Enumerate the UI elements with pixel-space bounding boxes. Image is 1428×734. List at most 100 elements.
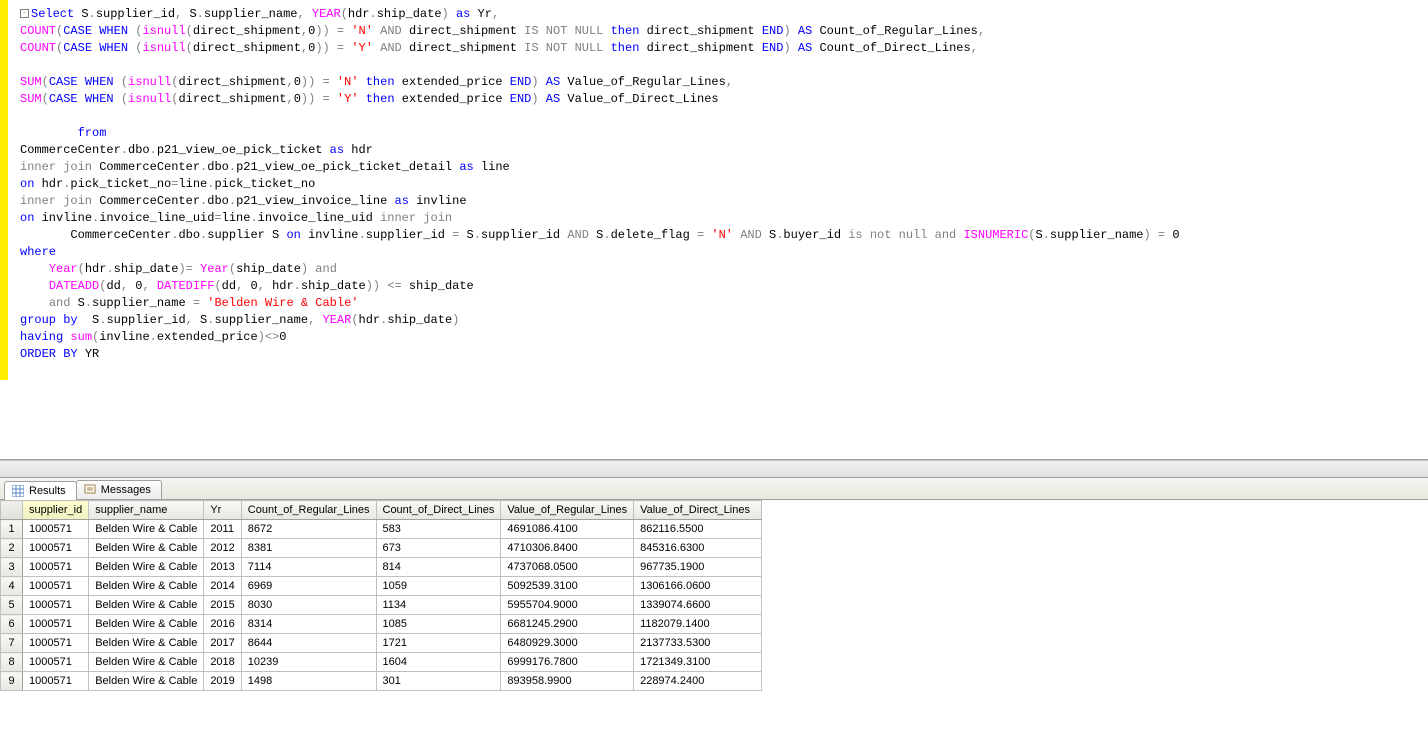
col-header[interactable]: Count_of_Regular_Lines bbox=[241, 501, 376, 520]
cell[interactable]: 2012 bbox=[204, 539, 241, 558]
cell[interactable]: 1000571 bbox=[23, 520, 89, 539]
code-area[interactable]: -Select S.supplier_id, S.supplier_name, … bbox=[0, 0, 1428, 369]
cell[interactable]: 1000571 bbox=[23, 577, 89, 596]
cell[interactable]: 6999176.7800 bbox=[501, 653, 634, 672]
cell[interactable]: 1721 bbox=[376, 634, 501, 653]
table-row[interactable]: 11000571Belden Wire & Cable2011867258346… bbox=[1, 520, 762, 539]
row-number[interactable]: 1 bbox=[1, 520, 23, 539]
cell[interactable]: 1339074.6600 bbox=[634, 596, 762, 615]
cell[interactable]: 7114 bbox=[241, 558, 376, 577]
tab-messages[interactable]: Messages bbox=[76, 480, 162, 499]
cell[interactable]: 4737068.0500 bbox=[501, 558, 634, 577]
cell[interactable]: 8644 bbox=[241, 634, 376, 653]
cell[interactable]: 301 bbox=[376, 672, 501, 691]
cell[interactable]: Belden Wire & Cable bbox=[89, 539, 204, 558]
row-number[interactable]: 3 bbox=[1, 558, 23, 577]
table-row[interactable]: 21000571Belden Wire & Cable2012838167347… bbox=[1, 539, 762, 558]
cell[interactable]: Belden Wire & Cable bbox=[89, 615, 204, 634]
col-header[interactable]: supplier_id bbox=[23, 501, 89, 520]
cell[interactable]: 8381 bbox=[241, 539, 376, 558]
cell[interactable]: 5092539.3100 bbox=[501, 577, 634, 596]
cell[interactable]: 1000571 bbox=[23, 539, 89, 558]
cell[interactable]: Belden Wire & Cable bbox=[89, 596, 204, 615]
cell[interactable]: Belden Wire & Cable bbox=[89, 577, 204, 596]
cell[interactable]: Belden Wire & Cable bbox=[89, 634, 204, 653]
cell[interactable]: 1059 bbox=[376, 577, 501, 596]
cell[interactable]: 5955704.9000 bbox=[501, 596, 634, 615]
cell[interactable]: 1604 bbox=[376, 653, 501, 672]
cell[interactable]: 1085 bbox=[376, 615, 501, 634]
cell[interactable]: 673 bbox=[376, 539, 501, 558]
cell[interactable]: 967735.1900 bbox=[634, 558, 762, 577]
cell[interactable]: 2014 bbox=[204, 577, 241, 596]
table-row[interactable]: 31000571Belden Wire & Cable2013711481447… bbox=[1, 558, 762, 577]
cell[interactable]: 1182079.1400 bbox=[634, 615, 762, 634]
cell[interactable]: 2137733.5300 bbox=[634, 634, 762, 653]
row-number[interactable]: 5 bbox=[1, 596, 23, 615]
cell[interactable]: 8672 bbox=[241, 520, 376, 539]
cell[interactable]: 1721349.3100 bbox=[634, 653, 762, 672]
table-row[interactable]: 81000571Belden Wire & Cable2018102391604… bbox=[1, 653, 762, 672]
change-gutter bbox=[0, 0, 8, 380]
cell[interactable]: 6969 bbox=[241, 577, 376, 596]
table-row[interactable]: 51000571Belden Wire & Cable2015803011345… bbox=[1, 596, 762, 615]
cell[interactable]: 893958.9900 bbox=[501, 672, 634, 691]
sql-editor[interactable]: -Select S.supplier_id, S.supplier_name, … bbox=[0, 0, 1428, 460]
cell[interactable]: 4691086.4100 bbox=[501, 520, 634, 539]
tab-results[interactable]: Results bbox=[4, 481, 77, 500]
table-row[interactable]: 61000571Belden Wire & Cable2016831410856… bbox=[1, 615, 762, 634]
cell[interactable]: 4710306.8400 bbox=[501, 539, 634, 558]
cell[interactable]: 2016 bbox=[204, 615, 241, 634]
row-number[interactable]: 2 bbox=[1, 539, 23, 558]
cell[interactable]: Belden Wire & Cable bbox=[89, 672, 204, 691]
cell[interactable]: 1000571 bbox=[23, 558, 89, 577]
cell[interactable]: Belden Wire & Cable bbox=[89, 653, 204, 672]
cell[interactable]: 6480929.3000 bbox=[501, 634, 634, 653]
cell[interactable]: 814 bbox=[376, 558, 501, 577]
cell[interactable]: 862116.5500 bbox=[634, 520, 762, 539]
col-header[interactable]: Count_of_Direct_Lines bbox=[376, 501, 501, 520]
cell[interactable]: Belden Wire & Cable bbox=[89, 558, 204, 577]
col-header[interactable]: Value_of_Regular_Lines bbox=[501, 501, 634, 520]
col-header[interactable]: Yr bbox=[204, 501, 241, 520]
tab-messages-label: Messages bbox=[101, 484, 151, 496]
corner-cell[interactable] bbox=[1, 501, 23, 520]
cell[interactable]: 1498 bbox=[241, 672, 376, 691]
cell[interactable]: 1306166.0600 bbox=[634, 577, 762, 596]
cell[interactable]: 2018 bbox=[204, 653, 241, 672]
collapse-toggle[interactable]: - bbox=[20, 9, 29, 18]
cell[interactable]: 1134 bbox=[376, 596, 501, 615]
row-number[interactable]: 9 bbox=[1, 672, 23, 691]
cell[interactable]: 6681245.2900 bbox=[501, 615, 634, 634]
cell[interactable]: 2019 bbox=[204, 672, 241, 691]
cell[interactable]: 228974.2400 bbox=[634, 672, 762, 691]
cell[interactable]: Belden Wire & Cable bbox=[89, 520, 204, 539]
cell[interactable]: 845316.6300 bbox=[634, 539, 762, 558]
horizontal-scrollbar[interactable] bbox=[0, 460, 1428, 478]
cell[interactable]: 1000571 bbox=[23, 596, 89, 615]
cell[interactable]: 10239 bbox=[241, 653, 376, 672]
cell[interactable]: 2017 bbox=[204, 634, 241, 653]
col-header[interactable]: Value_of_Direct_Lines bbox=[634, 501, 762, 520]
cell[interactable]: 1000571 bbox=[23, 672, 89, 691]
cell[interactable]: 2011 bbox=[204, 520, 241, 539]
cell[interactable]: 1000571 bbox=[23, 653, 89, 672]
table-row[interactable]: 41000571Belden Wire & Cable2014696910595… bbox=[1, 577, 762, 596]
messages-icon bbox=[83, 483, 97, 497]
results-tabbar: Results Messages bbox=[0, 478, 1428, 500]
cell[interactable]: 8030 bbox=[241, 596, 376, 615]
table-row[interactable]: 71000571Belden Wire & Cable2017864417216… bbox=[1, 634, 762, 653]
cell[interactable]: 1000571 bbox=[23, 615, 89, 634]
col-header[interactable]: supplier_name bbox=[89, 501, 204, 520]
row-number[interactable]: 8 bbox=[1, 653, 23, 672]
results-grid[interactable]: supplier_idsupplier_nameYrCount_of_Regul… bbox=[0, 500, 1428, 691]
table-row[interactable]: 91000571Belden Wire & Cable2019149830189… bbox=[1, 672, 762, 691]
row-number[interactable]: 6 bbox=[1, 615, 23, 634]
cell[interactable]: 583 bbox=[376, 520, 501, 539]
cell[interactable]: 2015 bbox=[204, 596, 241, 615]
row-number[interactable]: 7 bbox=[1, 634, 23, 653]
row-number[interactable]: 4 bbox=[1, 577, 23, 596]
cell[interactable]: 8314 bbox=[241, 615, 376, 634]
cell[interactable]: 1000571 bbox=[23, 634, 89, 653]
cell[interactable]: 2013 bbox=[204, 558, 241, 577]
